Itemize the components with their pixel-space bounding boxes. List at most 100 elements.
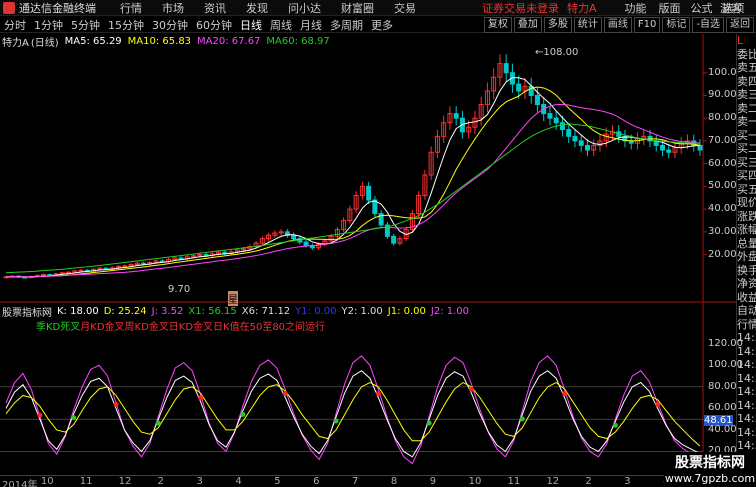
date-tick-label: 12 <box>546 476 560 487</box>
side-panel-item[interactable]: 行情 <box>737 318 756 332</box>
ind-x1-value: X1: 56.15 <box>188 306 237 317</box>
side-panel-item[interactable]: 换手 <box>737 264 756 278</box>
side-panel-item[interactable]: 14:5 <box>737 412 756 426</box>
candle-body <box>122 265 128 268</box>
date-tick-label: 8 <box>390 476 398 487</box>
date-tick-label: 10 <box>40 476 54 487</box>
date-tick-label: 6 <box>313 476 320 487</box>
side-panel-item[interactable]: 买三 <box>737 156 756 170</box>
sell-signal-marker <box>282 391 288 397</box>
ind-j2-value: J2: 1.00 <box>430 306 470 317</box>
indicator-tick-label: 40.00 <box>708 423 737 435</box>
kline-chart[interactable] <box>0 0 736 475</box>
ind-d-value: D: 25.24 <box>103 306 147 317</box>
price-tick-label: 50.00 <box>708 180 737 192</box>
date-tick-label: 11 <box>507 476 521 487</box>
side-panel-item[interactable]: 14:5 <box>737 345 756 359</box>
candle-body <box>697 144 703 151</box>
candle-body <box>366 185 372 201</box>
side-panel-item[interactable]: 14:5 <box>737 358 756 372</box>
ma10-line <box>5 86 701 278</box>
legend-green-text: 季KD死叉 <box>36 322 81 333</box>
date-tick-label: 5 <box>274 476 281 487</box>
side-panel-item[interactable]: 买二 <box>737 142 756 156</box>
date-tick-label: 11 <box>79 476 93 487</box>
candle-body <box>566 129 572 137</box>
side-panel-item[interactable]: 收益 <box>737 291 756 305</box>
price-tick-label: 100.0 <box>708 66 737 78</box>
side-panel-item[interactable]: 14:5 <box>737 385 756 399</box>
candle-body <box>534 94 540 106</box>
high-price-label: ←108.00 <box>535 46 579 58</box>
date-tick-label: 9 <box>429 476 437 487</box>
side-panel-item[interactable]: 14:5 <box>737 331 756 345</box>
ind-y2-value: Y2: 1.00 <box>341 306 383 317</box>
candle-body <box>453 113 459 119</box>
ind-k-value: K: 18.00 <box>57 306 99 317</box>
side-panel-item[interactable]: 委比 <box>737 48 756 62</box>
sell-signal-marker <box>37 412 43 418</box>
candle-body <box>559 122 565 131</box>
side-panel-item[interactable]: 14:5 <box>737 439 756 453</box>
date-tick-label: 2 <box>585 476 592 487</box>
price-tick-label: 60.00 <box>708 157 737 169</box>
ind-y1-value: Y1: 0.00 <box>295 306 337 317</box>
side-panel-item[interactable]: 卖五 <box>737 61 756 75</box>
side-panel-item[interactable]: 涨跌 <box>737 210 756 224</box>
sell-signal-marker <box>655 401 661 407</box>
candle-body <box>503 63 509 74</box>
side-panel-item[interactable]: 卖一 <box>737 115 756 129</box>
buy-signal-marker <box>426 420 432 426</box>
side-panel-item[interactable]: 现价 <box>737 196 756 210</box>
ma5-line <box>5 77 701 278</box>
price-tick-label: 30.00 <box>708 225 737 237</box>
price-tick-label: 70.00 <box>708 134 737 146</box>
indicator-header: 股票指标网 K: 18.00 D: 25.24 J: 3.52 X1: 56.1… <box>0 304 756 319</box>
candle-body <box>659 144 665 151</box>
date-tick-label: 10 <box>468 476 482 487</box>
buy-signal-marker <box>333 418 339 424</box>
side-panel-item[interactable]: 14:5 <box>737 399 756 413</box>
buy-signal-marker <box>519 416 525 422</box>
candle-body <box>584 144 590 151</box>
sell-signal-marker <box>562 391 568 397</box>
buy-signal-marker <box>612 422 618 428</box>
side-panel-item[interactable]: 总量 <box>737 237 756 251</box>
candle-body <box>291 234 297 240</box>
side-panel-item[interactable]: 自动 <box>737 304 756 318</box>
indicator-tick-label: 60.00 <box>708 402 737 414</box>
watermark: 股票指标网 www.7gpzb.com <box>664 452 756 487</box>
quote-side-panel[interactable]: L 委比 卖五 卖四 卖三 卖二 卖一 买一 买二 买三 买四 买五 现价 涨跌 涨幅 总量 外盘 换手 净资 收益自… <box>736 34 756 474</box>
date-tick-label: 3 <box>624 476 631 487</box>
candle-body <box>572 135 578 142</box>
indicator-name[interactable]: 股票指标网 <box>2 304 52 319</box>
indicator-legend: 季KD死叉月KD金叉周KD金叉日KD金叉日K值在50至80之间运行 <box>36 318 326 333</box>
sell-signal-marker <box>375 391 381 397</box>
candle-body <box>41 274 47 277</box>
candle-body <box>516 83 522 92</box>
legend-red-text: 月KD金叉周KD金叉日KD金叉日K值在50至80之间运行 <box>80 322 326 333</box>
indicator-tick-label: 80.00 <box>708 380 737 392</box>
side-panel-item[interactable]: 14:5 <box>737 426 756 440</box>
side-panel-item[interactable]: 卖四 <box>737 75 756 89</box>
side-panel-item[interactable]: 卖三 <box>737 88 756 102</box>
date-tick-label: 4 <box>235 476 242 487</box>
candle-body <box>547 113 553 119</box>
side-panel-item[interactable]: 14:5 <box>737 372 756 386</box>
side-panel-item[interactable]: 买四 <box>737 169 756 183</box>
side-panel-item[interactable]: 卖二 <box>737 102 756 116</box>
side-panel-item[interactable]: L <box>737 34 756 48</box>
side-panel-item[interactable]: 买五 <box>737 183 756 197</box>
side-panel-item[interactable]: 外盘 <box>737 250 756 264</box>
sell-signal-marker <box>468 386 474 392</box>
date-tick-label: 7 <box>352 476 359 487</box>
side-panel-item[interactable]: 净资 <box>737 277 756 291</box>
sell-signal-marker <box>113 401 119 407</box>
side-panel-item[interactable]: 买一 <box>737 129 756 143</box>
ind-j1-value: J1: 0.00 <box>387 306 426 317</box>
ma20-line <box>5 103 701 278</box>
price-tick-label: 90.00 <box>708 89 737 101</box>
side-panel-item[interactable]: 涨幅 <box>737 223 756 237</box>
date-tick-label: 12 <box>118 476 132 487</box>
date-tick-label: 2 <box>157 476 164 487</box>
